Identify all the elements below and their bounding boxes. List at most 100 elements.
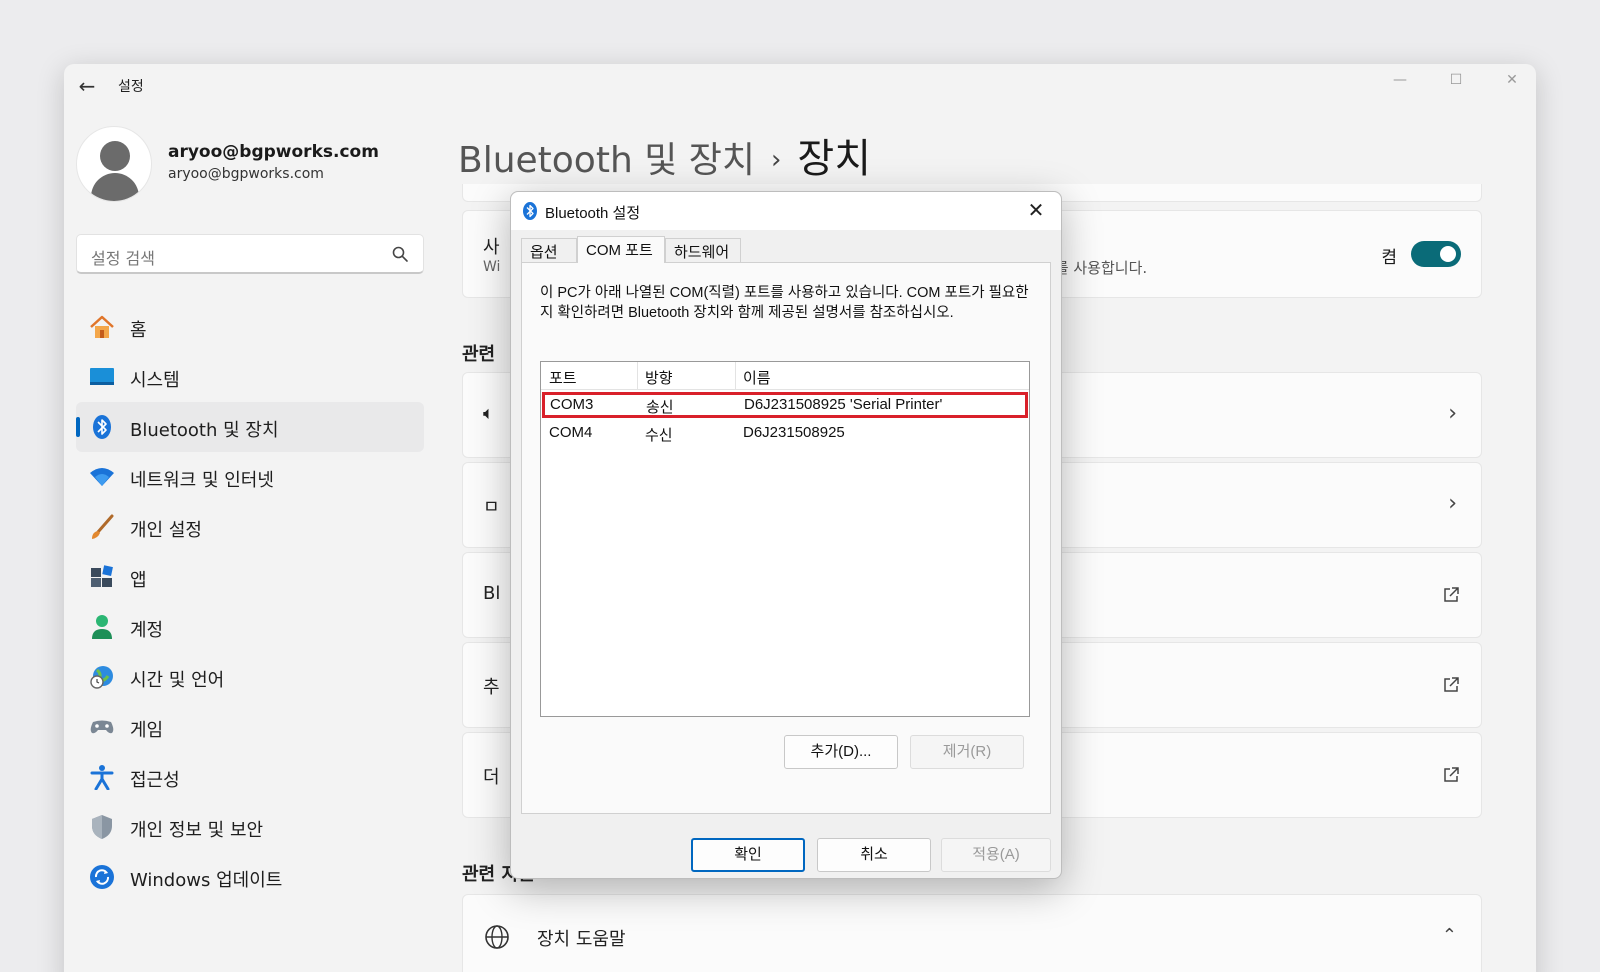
tab-options[interactable]: 옵션 [521,238,577,262]
title-bar: ← 설정 — ☐ ✕ [64,64,1536,108]
add-port-button[interactable]: 추가(D)... [784,735,898,769]
column-header-port[interactable]: 포트 [549,367,577,388]
list-item-com3[interactable]: COM3 송신 D6J231508925 'Serial Printer' [542,392,1028,418]
bluetooth-toggle[interactable] [1411,241,1461,267]
card-label: 사 [483,237,500,258]
search-placeholder: 설정 검색 [91,249,155,268]
sidebar-item-time-language[interactable]: 시간 및 언어 [76,652,424,702]
bluetooth-icon [523,202,537,220]
sidebar-nav: 홈 시스템 Bluetooth 및 장치 네트워크 및 인터넷 개인 설정 앱 … [76,302,424,902]
chevron-right-icon: › [771,145,782,175]
sidebar-item-privacy[interactable]: 개인 정보 및 보안 [76,802,424,852]
sidebar-item-bluetooth[interactable]: Bluetooth 및 장치 [76,402,424,452]
sidebar-item-personalization[interactable]: 개인 설정 [76,502,424,552]
profile-name: aryoo@bgpworks.com [168,142,379,162]
sidebar-item-label: 시간 및 언어 [130,670,225,691]
chevron-right-icon: › [1448,491,1457,516]
ok-button[interactable]: 확인 [691,838,805,872]
device-help-card[interactable]: 장치 도움말 ⌃ [462,894,1482,972]
sidebar-item-apps[interactable]: 앱 [76,552,424,602]
com-ports-panel: 이 PC가 아래 나열된 COM(직렬) 포트를 사용하고 있습니다. COM … [521,262,1051,814]
speaker-icon: 🔈︎ [483,403,494,424]
breadcrumb: Bluetooth 및 장치 › 장치 [458,126,871,182]
profile-email: aryoo@bgpworks.com [168,166,324,182]
list-header: 포트 방향 이름 [541,362,1029,390]
card-sublabel: Wi [483,259,501,275]
search-icon [392,246,408,262]
tab-com-ports[interactable]: COM 포트 [577,236,665,263]
card-label: ㅁ [483,497,500,518]
shield-icon [92,815,112,839]
chevron-up-icon: ⌃ [1441,925,1457,946]
port-cell: COM4 [549,424,593,441]
sidebar-item-label: 게임 [130,720,164,741]
sidebar-item-label: Windows 업데이트 [130,870,283,891]
sidebar-item-network[interactable]: 네트워크 및 인터넷 [76,452,424,502]
sidebar-item-accessibility[interactable]: 접근성 [76,752,424,802]
sidebar-item-label: 개인 설정 [130,520,202,541]
sidebar-item-label: 개인 정보 및 보안 [130,820,264,841]
sidebar-item-gaming[interactable]: 게임 [76,702,424,752]
card-label: 더 [483,767,500,788]
globe-icon [485,925,509,949]
sidebar-item-label: 접근성 [130,770,180,791]
column-header-direction[interactable]: 방향 [645,367,673,388]
bluetooth-icon [93,415,111,439]
dialog-title: Bluetooth 설정 [545,205,641,222]
list-item-com4[interactable]: COM4 수신 D6J231508925 [541,420,1029,446]
gamepad-icon [90,720,114,734]
system-icon [90,368,114,385]
apply-button[interactable]: 적용(A) [941,838,1051,872]
toggle-state-label: 켬 [1381,248,1397,268]
sidebar-item-label: Bluetooth 및 장치 [130,420,279,441]
wifi-icon [90,468,114,486]
direction-cell: 송신 [646,399,674,416]
sidebar-item-windows-update[interactable]: Windows 업데이트 [76,852,424,902]
name-cell: D6J231508925 'Serial Printer' [744,396,943,413]
avatar [76,126,152,202]
sidebar-item-label: 홈 [130,320,147,341]
update-icon [90,865,114,889]
cancel-button[interactable]: 취소 [817,838,931,872]
related-settings-heading: 관련 [462,344,496,365]
device-help-label: 장치 도움말 [537,929,626,950]
sidebar-item-label: 앱 [130,570,147,591]
app-title: 설정 [118,79,144,95]
external-link-icon [1444,677,1459,692]
apps-icon [91,565,113,587]
search-input[interactable]: 설정 검색 [76,234,424,274]
sidebar-item-label: 시스템 [130,370,180,391]
column-header-name[interactable]: 이름 [743,367,771,388]
card-label: 추 [483,677,500,698]
minimize-button[interactable]: — [1380,68,1420,92]
tab-hardware[interactable]: 하드웨어 [665,238,741,262]
sidebar-item-accounts[interactable]: 계정 [76,602,424,652]
sidebar-item-label: 네트워크 및 인터넷 [130,470,274,491]
com-ports-description: 이 PC가 아래 나열된 COM(직렬) 포트를 사용하고 있습니다. COM … [540,285,1029,321]
card-label: Bl [483,583,501,604]
sidebar-item-home[interactable]: 홈 [76,302,424,352]
back-button[interactable]: ← [74,74,100,98]
external-link-icon [1444,587,1459,602]
com-ports-list[interactable]: 포트 방향 이름 COM3 송신 D6J231508925 'Serial Pr… [540,361,1030,717]
external-link-icon [1444,767,1459,782]
brush-icon [92,514,114,539]
account-icon [92,615,112,639]
accessibility-icon [90,765,114,790]
dialog-title-bar: Bluetooth 설정 ✕ [511,192,1061,230]
sidebar-item-label: 계정 [130,620,164,641]
direction-cell: 수신 [645,427,673,444]
globe-clock-icon [90,666,113,689]
port-cell: COM3 [550,396,594,413]
chevron-right-icon: › [1448,401,1457,426]
close-button[interactable]: ✕ [1492,68,1532,92]
remove-port-button[interactable]: 제거(R) [910,735,1024,769]
bluetooth-settings-dialog: Bluetooth 설정 ✕ 옵션 COM 포트 하드웨어 이 PC가 아래 나… [510,191,1062,879]
name-cell: D6J231508925 [743,424,845,441]
breadcrumb-parent[interactable]: Bluetooth 및 장치 [458,140,755,181]
dialog-close-button[interactable]: ✕ [1021,196,1051,226]
home-icon [90,315,114,338]
maximize-button[interactable]: ☐ [1436,68,1476,92]
user-profile[interactable]: aryoo@bgpworks.com aryoo@bgpworks.com [76,126,456,206]
sidebar-item-system[interactable]: 시스템 [76,352,424,402]
